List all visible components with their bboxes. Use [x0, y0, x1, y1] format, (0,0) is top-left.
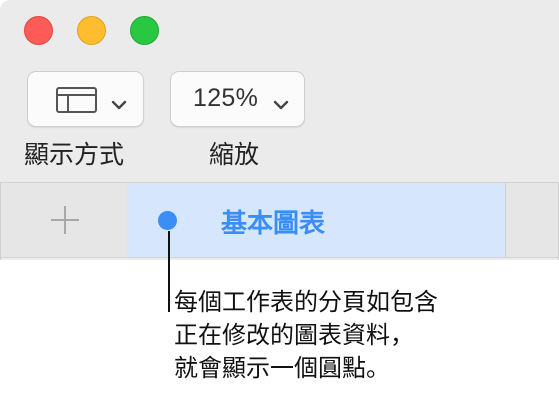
chevron-down-icon — [273, 95, 289, 114]
zoom-button[interactable]: 125% — [170, 71, 305, 127]
callout-line — [168, 231, 170, 312]
chevron-down-icon — [111, 95, 127, 114]
zoom-value: 125% — [193, 84, 259, 112]
sidebar-layout-icon — [56, 87, 97, 117]
view-button-label: 顯示方式 — [24, 140, 125, 169]
toolbar: 125% 顯示方式 縮放 — [0, 0, 559, 183]
screenshot-stage: 125% 顯示方式 縮放 基本圖表 每個工作表的分頁如包含 正在修改的圖表資料，… — [0, 0, 559, 394]
sheet-tab-bar: 基本圖表 — [0, 183, 559, 258]
tab-divider — [505, 183, 506, 257]
minimize-window-button[interactable] — [77, 16, 106, 45]
modified-chart-data-dot — [158, 211, 177, 230]
callout-line-2: 正在修改的圖表資料， — [174, 321, 414, 349]
callout-line-3: 就會顯示一個圓點。 — [174, 354, 390, 382]
close-window-button[interactable] — [24, 16, 53, 45]
app-window: 125% 顯示方式 縮放 基本圖表 — [0, 0, 559, 260]
plus-icon[interactable] — [48, 203, 82, 241]
zoom-button-label: 縮放 — [209, 140, 260, 169]
view-button[interactable] — [27, 71, 144, 127]
callout-line-1: 每個工作表的分頁如包含 — [174, 288, 438, 316]
callout-text: 每個工作表的分頁如包含 正在修改的圖表資料， 就會顯示一個圓點。 — [174, 286, 544, 385]
window-edge — [0, 183, 1, 260]
zoom-window-button[interactable] — [130, 16, 159, 45]
tab-sheet-basic-chart[interactable]: 基本圖表 — [127, 183, 505, 257]
sheet-tab-label: 基本圖表 — [221, 209, 326, 239]
